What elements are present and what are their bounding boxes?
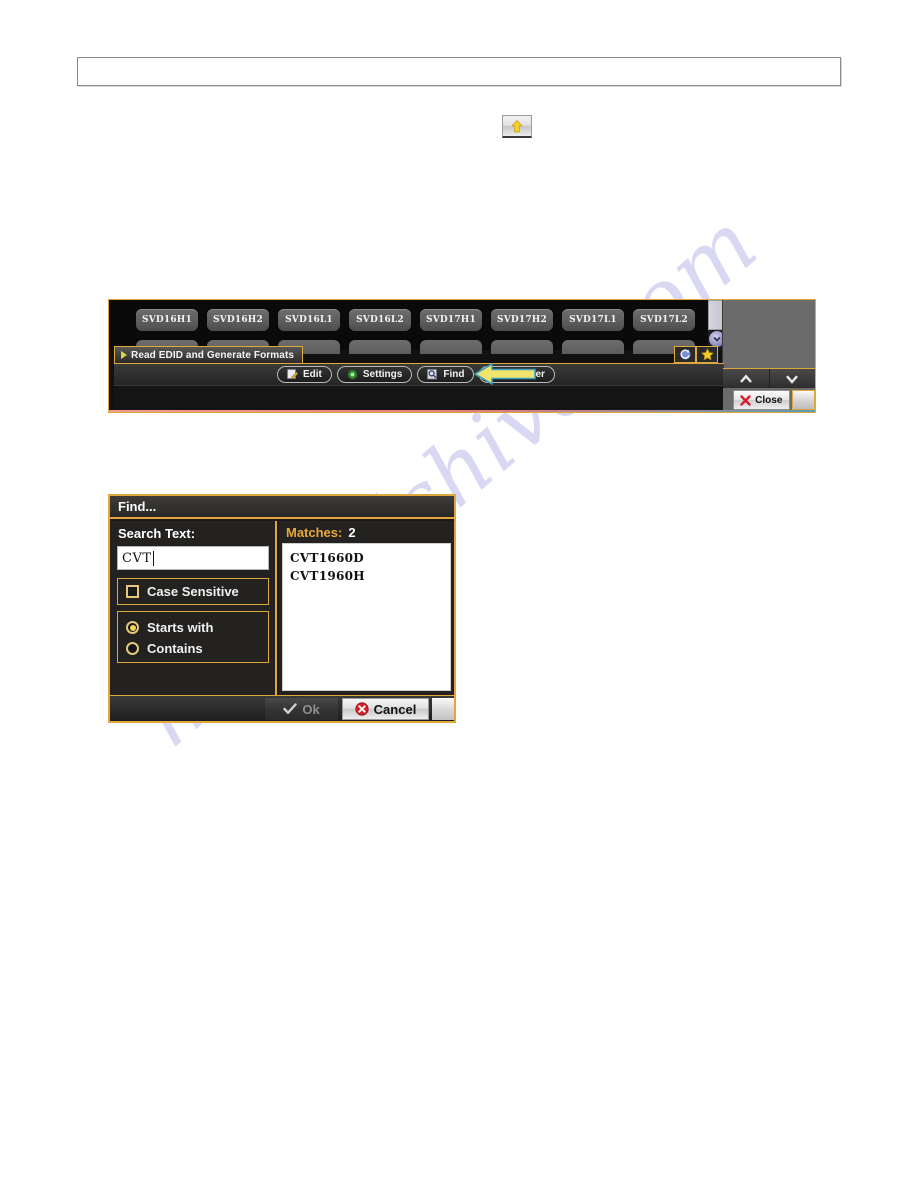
match-mode-group: Starts with Contains <box>117 611 269 663</box>
ok-button[interactable]: Ok <box>265 698 338 720</box>
contains-radio[interactable] <box>126 642 139 655</box>
favorite-button[interactable] <box>696 346 718 363</box>
case-sensitive-checkbox[interactable] <box>126 585 139 598</box>
section-tab-read-edid[interactable]: Read EDID and Generate Formats <box>114 346 304 363</box>
starts-with-label: Starts with <box>147 620 214 635</box>
red-x-icon <box>740 394 751 406</box>
side-control-column: Close <box>723 368 815 412</box>
search-text-label: Search Text: <box>118 526 196 541</box>
list-item[interactable]: CVT1960H <box>290 567 450 585</box>
results-list[interactable]: CVT1660D CVT1960H <box>282 543 451 691</box>
svd-tab-svd16l2[interactable]: SVD16L2 <box>349 309 411 331</box>
svd-tab-svd16h1[interactable]: SVD16H1 <box>136 309 198 331</box>
find-button-label: Find <box>443 369 465 380</box>
svd-tab-partial[interactable] <box>349 340 411 354</box>
svd-tab-svd17h2[interactable]: SVD17H2 <box>491 309 553 331</box>
radio-contains[interactable]: Contains <box>126 638 268 659</box>
cancel-button[interactable]: Cancel <box>342 698 429 720</box>
svd-tab-row: SVD16H1 SVD16H2 SVD16L1 SVD16L2 SVD17H1 … <box>136 309 695 331</box>
case-sensitive-row[interactable]: Case Sensitive <box>117 578 269 605</box>
find-dialog-footer: Ok Cancel <box>110 695 454 721</box>
refresh-icon <box>679 348 692 361</box>
radio-selected-dot <box>129 624 136 631</box>
move-down-button[interactable] <box>769 369 815 388</box>
close-button[interactable]: Close <box>733 390 790 410</box>
check-icon <box>283 703 298 715</box>
find-button[interactable]: Find <box>417 366 475 383</box>
edit-button-label: Edit <box>303 369 322 380</box>
svd-tab-svd17h1[interactable]: SVD17H1 <box>420 309 482 331</box>
svd-tab-partial[interactable] <box>491 340 553 354</box>
action-toolbar: Edit Settings Find <box>114 363 724 385</box>
magnifier-icon <box>427 369 438 380</box>
refresh-button[interactable] <box>674 346 696 363</box>
find-results-panel: Matches: 2 CVT1660D CVT1960H <box>279 521 454 696</box>
pencil-edit-icon <box>287 369 298 380</box>
star-toolbar-button[interactable] <box>502 115 532 138</box>
yellow-callout-arrow <box>474 363 536 385</box>
list-item[interactable]: CVT1660D <box>290 549 450 567</box>
find-dialog-body: Search Text: CVT Case Sensitive Starts w… <box>110 521 454 696</box>
red-x-circle-icon <box>355 702 369 716</box>
chevron-down-icon <box>785 374 799 384</box>
settings-button-label: Settings <box>362 369 403 380</box>
cancel-button-label: Cancel <box>373 701 417 717</box>
svd-tab-svd16h2[interactable]: SVD16H2 <box>207 309 269 331</box>
settings-button[interactable]: Settings <box>336 366 413 383</box>
case-sensitive-label: Case Sensitive <box>147 584 239 599</box>
section-tab-label: Read EDID and Generate Formats <box>131 349 295 361</box>
close-row-filler <box>791 390 815 410</box>
play-triangle-icon <box>121 351 127 359</box>
footer-filler <box>432 698 454 720</box>
svd-tab-partial[interactable] <box>420 340 482 354</box>
svd-tabs-panel: SVD16H1 SVD16H2 SVD16L1 SVD16L2 SVD17H1 … <box>109 300 815 354</box>
find-options-panel: Search Text: CVT Case Sensitive Starts w… <box>110 521 277 696</box>
scroll-arrow-row <box>723 368 815 388</box>
window-right-filler <box>722 300 815 368</box>
svd-tab-svd17l2[interactable]: SVD17L2 <box>633 309 695 331</box>
contains-label: Contains <box>147 641 203 656</box>
green-gear-icon <box>347 369 358 380</box>
top-text-bar[interactable] <box>77 57 841 86</box>
starts-with-radio[interactable] <box>126 621 139 634</box>
text-caret <box>152 550 154 566</box>
move-up-button[interactable] <box>723 369 770 388</box>
close-button-label: Close <box>755 394 783 406</box>
window-lower-strip <box>114 385 724 412</box>
star-icon <box>700 348 714 361</box>
header-icon-strip <box>674 346 718 363</box>
matches-count: 2 <box>348 524 356 540</box>
search-input-value: CVT <box>122 550 152 566</box>
chevron-down-icon <box>713 336 721 342</box>
find-dialog-title: Find... <box>118 499 157 514</box>
ok-button-label: Ok <box>302 701 320 717</box>
matches-bar: Matches: 2 <box>279 521 454 543</box>
radio-starts-with[interactable]: Starts with <box>126 617 268 638</box>
edit-button[interactable]: Edit <box>277 366 332 383</box>
matches-label: Matches: <box>286 524 343 540</box>
close-row: Close <box>733 390 815 410</box>
application-window: SVD16H1 SVD16H2 SVD16L1 SVD16L2 SVD17H1 … <box>108 299 816 413</box>
svd-tab-partial[interactable] <box>562 340 624 354</box>
yellow-star-arrow-up-icon <box>511 119 523 133</box>
svd-tab-svd17l1[interactable]: SVD17L1 <box>562 309 624 331</box>
find-dialog: Find... Search Text: CVT Case Sensitive … <box>108 494 456 723</box>
chevron-up-icon <box>739 373 753 384</box>
svd-tab-svd16l1[interactable]: SVD16L1 <box>278 309 340 331</box>
search-input[interactable]: CVT <box>117 546 269 570</box>
find-dialog-titlebar: Find... <box>110 496 454 519</box>
